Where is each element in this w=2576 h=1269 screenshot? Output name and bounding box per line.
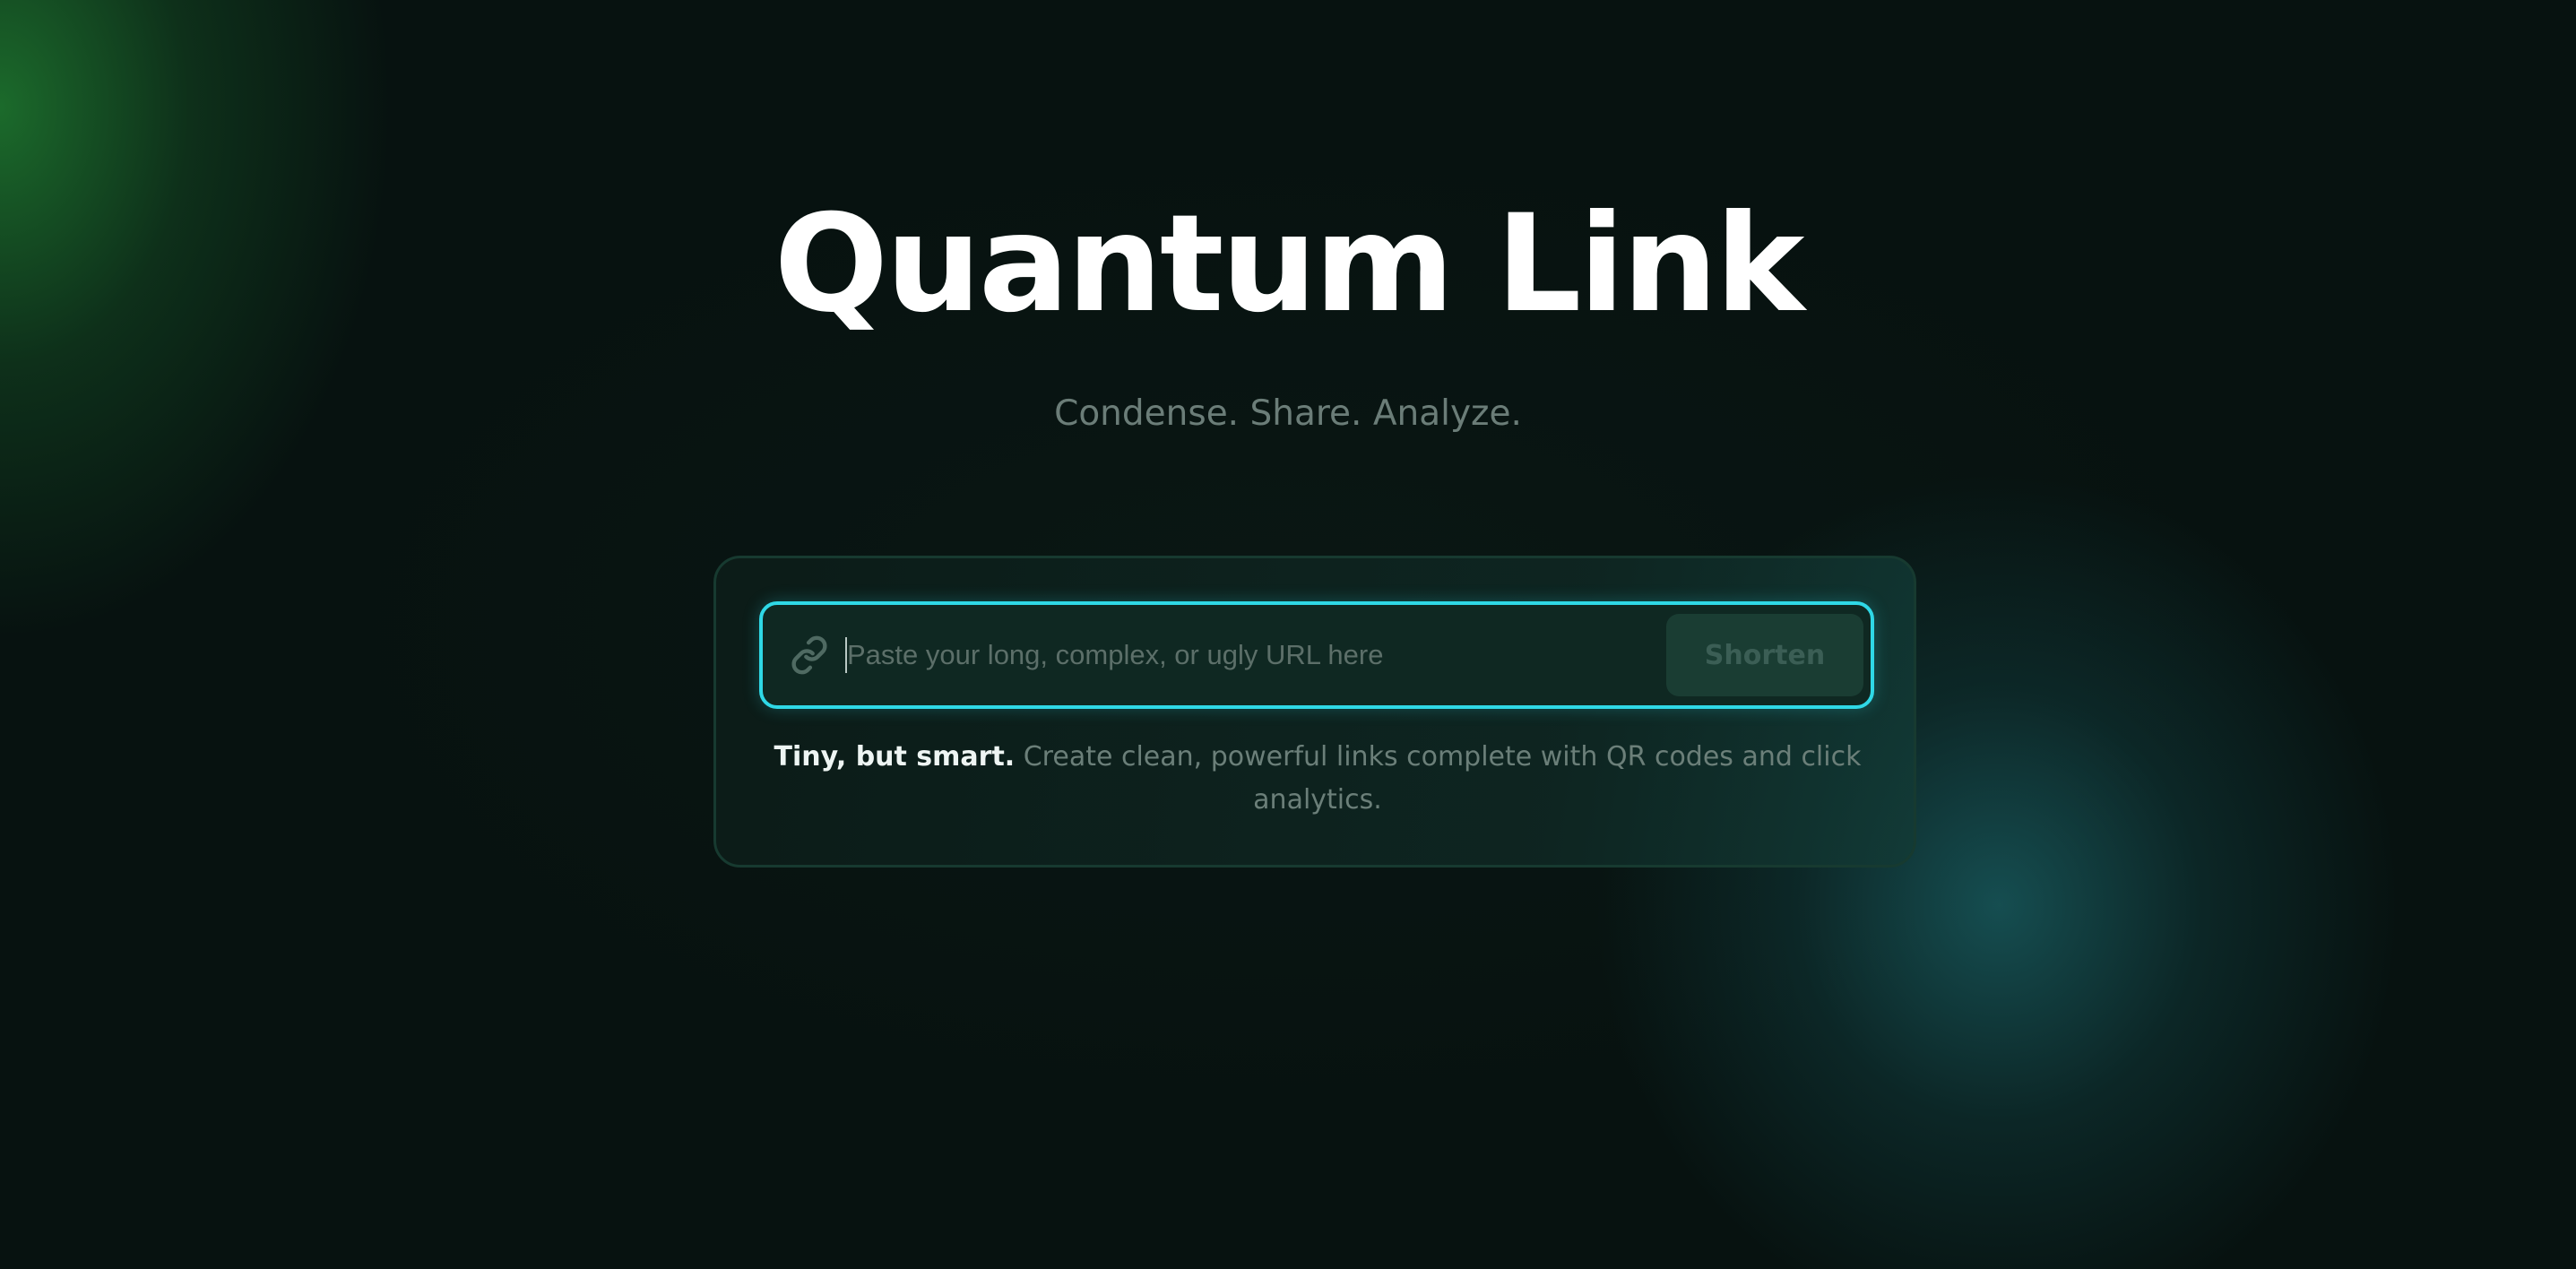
url-input-wrapper: Shorten bbox=[759, 601, 1874, 709]
tagline: Condense. Share. Analyze. bbox=[1054, 393, 1522, 434]
feature-note-text: Create clean, powerful links complete wi… bbox=[1015, 741, 1862, 816]
text-caret bbox=[845, 637, 847, 673]
shorten-button[interactable]: Shorten bbox=[1666, 614, 1863, 696]
url-input[interactable] bbox=[843, 625, 1668, 686]
shortener-card: Shorten Tiny, but smart. Create clean, p… bbox=[713, 556, 1916, 868]
feature-note: Tiny, but smart. Create clean, powerful … bbox=[770, 736, 1865, 822]
feature-note-strong: Tiny, but smart. bbox=[774, 741, 1016, 773]
link-icon bbox=[791, 635, 827, 675]
page-title: Quantum Link bbox=[774, 186, 1805, 342]
